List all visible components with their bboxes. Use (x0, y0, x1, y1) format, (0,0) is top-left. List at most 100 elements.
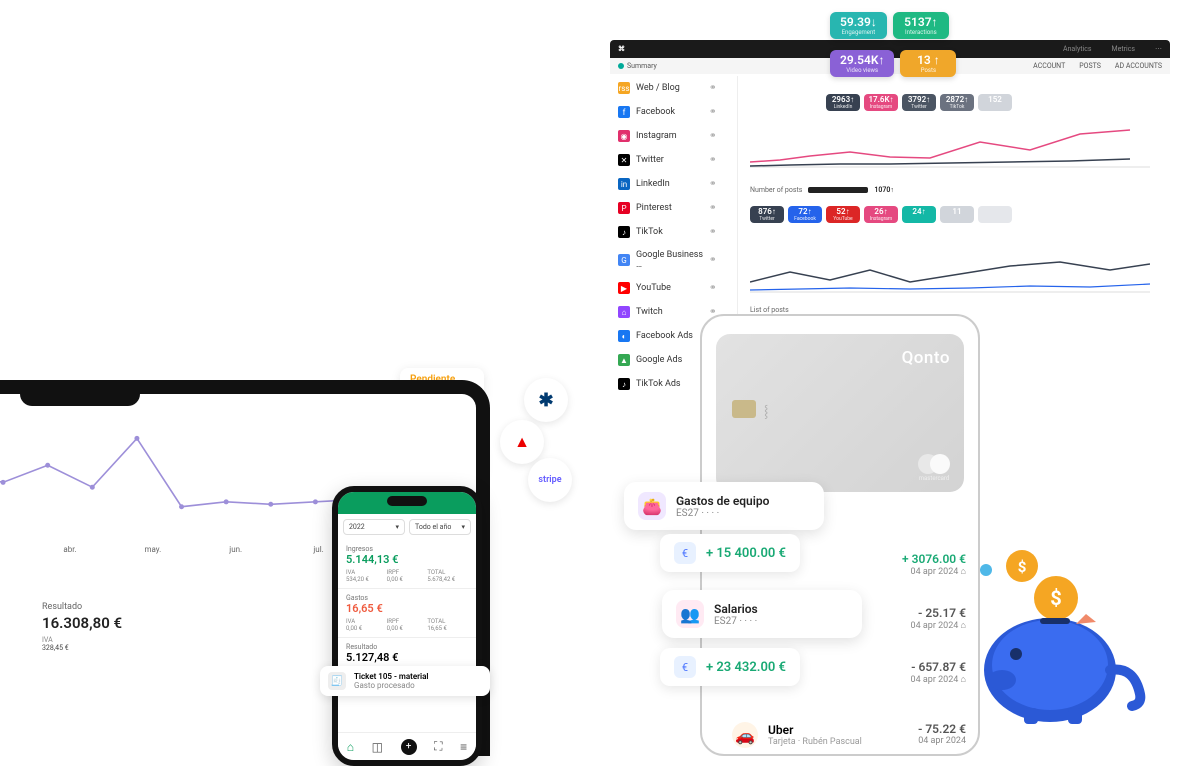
amount-card-1[interactable]: € + 15 400.00 € (660, 534, 800, 572)
social-item[interactable]: ✕ Twitter⚭ (610, 148, 737, 172)
metric-card: 3792↑Twitter (902, 94, 936, 111)
channel-icon: f (618, 106, 630, 118)
phone-notch (387, 496, 427, 506)
expense-card-salarios[interactable]: 👥 SalariosES27 · · · · (662, 590, 862, 638)
secbar-account[interactable]: ACCOUNT (1033, 62, 1065, 70)
list-of-posts-label: List of posts (750, 306, 789, 314)
channel-icon: ♪ (618, 378, 630, 390)
uber-icon: 🚗 (732, 722, 758, 748)
txn-4: - 75.22 €04 apr 2024 (918, 722, 966, 746)
metric-card: 5137↑Interactions (893, 12, 949, 39)
social-item[interactable]: G Google Business …⚭ (610, 244, 737, 276)
brand-caixa: ✱ (524, 378, 568, 422)
channel-label: TikTok (636, 227, 709, 237)
channel-icon: in (618, 178, 630, 190)
metric-card (978, 206, 1012, 223)
topbar-metrics[interactable]: Metrics (1112, 45, 1135, 53)
social-item[interactable]: rssWeb / Blog⚭ (610, 76, 737, 100)
nfc-icon: ⸾ (764, 402, 768, 419)
channel-icon: ▲ (618, 354, 630, 366)
channel-icon: G (618, 254, 630, 266)
euro-icon: € (674, 656, 696, 678)
euro-icon: € (674, 542, 696, 564)
card-chip-icon (732, 400, 756, 418)
piggy-bank-illustration: $ $ (960, 550, 1160, 730)
phone-frame: Inicio 2022▾ Todo el año▾ Ingresos 5.144… (332, 486, 482, 766)
channel-label: Twitch (636, 307, 709, 317)
channel-icon: P (618, 202, 630, 214)
social-item[interactable]: ♪TikTok⚭ (610, 220, 737, 244)
chart-line-overlay (0, 414, 360, 536)
channel-label: Facebook (636, 107, 709, 117)
social-item[interactable]: f Facebook⚭ (610, 100, 737, 124)
metric-card: 24↑ (902, 206, 936, 223)
metric-card: 13 ↑Posts (900, 50, 956, 77)
metric-card: 2963↑LinkedIn (826, 94, 860, 111)
metric-card: 2872↑TikTok (940, 94, 974, 111)
metric-cards-row2: 29.54K↑Video views13 ↑Posts (830, 50, 956, 77)
secbar-adaccounts[interactable]: AD ACCOUNTS (1115, 62, 1162, 70)
metric-cards-tiny1: 2963↑LinkedIn17.6K↑Instagram3792↑Twitter… (826, 94, 1012, 111)
metric-card: 876↑Twitter (750, 206, 784, 223)
qonto-card: Qonto ⸾ mastercard (716, 334, 964, 492)
channel-icon: ✕ (618, 154, 630, 166)
brand-stripe: stripe (528, 458, 572, 502)
metric-card: 11 (940, 206, 974, 223)
secbar-posts[interactable]: POSTS (1079, 62, 1101, 70)
channel-label: LinkedIn (636, 179, 709, 189)
svg-text:$: $ (1018, 558, 1027, 576)
channel-icon: ◉ (618, 130, 630, 142)
amount-card-2[interactable]: € + 23 432.00 € (660, 648, 800, 686)
financial-summary: Resumen financiero Ingresos24.563,20 €IV… (0, 566, 364, 687)
social-item[interactable]: ▶YouTube⚭ (610, 276, 737, 300)
metric-card: 152 (978, 94, 1012, 111)
txn-uber[interactable]: 🚗 UberTarjeta · Rubén Pascual (732, 722, 862, 748)
channel-label: Google Business … (636, 250, 709, 270)
phone-period-select[interactable]: Todo el año▾ (409, 519, 471, 535)
laptop-notch (20, 390, 140, 406)
nav-add-button[interactable]: + (401, 739, 417, 755)
txn-2: - 25.17 €04 apr 2024 ⌂ (911, 606, 966, 631)
channel-label: Instagram (636, 131, 709, 141)
channel-label: Google Ads (636, 355, 709, 365)
link-icon: ⚭ (709, 179, 729, 189)
qonto-brand: Qonto (902, 348, 950, 368)
channel-label: Pinterest (636, 203, 709, 213)
mastercard-logo: mastercard (918, 454, 950, 482)
metric-card: 26↑Instagram (864, 206, 898, 223)
link-icon: ⚭ (709, 83, 729, 93)
channel-label: YouTube (636, 283, 709, 293)
nav-chart-icon[interactable]: ◫ (372, 740, 383, 754)
txn-1: + 3076.00 €04 apr 2024 ⌂ (902, 552, 966, 577)
nav-scan-icon[interactable]: ⛶ (434, 739, 442, 754)
nav-home-icon[interactable]: ⌂ (347, 740, 354, 754)
link-icon: ⚭ (709, 255, 729, 265)
link-icon: ⚭ (709, 283, 729, 293)
link-icon: ⚭ (709, 155, 729, 165)
people-icon: 👥 (676, 600, 704, 628)
metric-cards-row1: 59.39↓Engagement5137↑Interactions (830, 12, 949, 39)
link-icon: ⚭ (709, 107, 729, 117)
channel-label: Twitter (636, 155, 709, 165)
secbar-summary[interactable]: Summary (618, 62, 657, 70)
svg-text:$: $ (1050, 586, 1061, 610)
channel-icon: ⌂ (618, 306, 630, 318)
phone-year-select[interactable]: 2022▾ (343, 519, 405, 535)
fin-title: Resumen financiero (0, 578, 346, 592)
ticket-toast: 🧾 Ticket 105 - materialGasto procesado (320, 666, 490, 696)
chart-xaxis: ene.feb.mar.abr.may.jun.jul. (0, 545, 360, 554)
nav-more-icon[interactable]: ≡ (460, 740, 467, 754)
social-item[interactable]: PPinterest⚭ (610, 196, 737, 220)
brand-santander: ▲ (500, 420, 544, 464)
fin-col: Gastos8.254,40 €IVA1.432,58 €IRPF236,16 … (0, 602, 2, 652)
channel-label: TikTok Ads (636, 379, 709, 389)
line-chart-1 (750, 122, 1150, 172)
phone-gastos: Gastos 16,65 € IVAIRPFTOTAL0,00 €0,00 €1… (338, 589, 476, 638)
link-icon: ⚭ (709, 131, 729, 141)
topbar-analytics[interactable]: Analytics (1063, 45, 1092, 53)
expense-card-equipo[interactable]: 👛 Gastos de equipoES27 · · · · (624, 482, 824, 530)
app-logo: ⌘ (618, 45, 625, 53)
social-item[interactable]: ◉ Instagram⚭ (610, 124, 737, 148)
social-item[interactable]: in LinkedIn⚭ (610, 172, 737, 196)
topbar-icon[interactable]: ⋯ (1155, 45, 1162, 53)
